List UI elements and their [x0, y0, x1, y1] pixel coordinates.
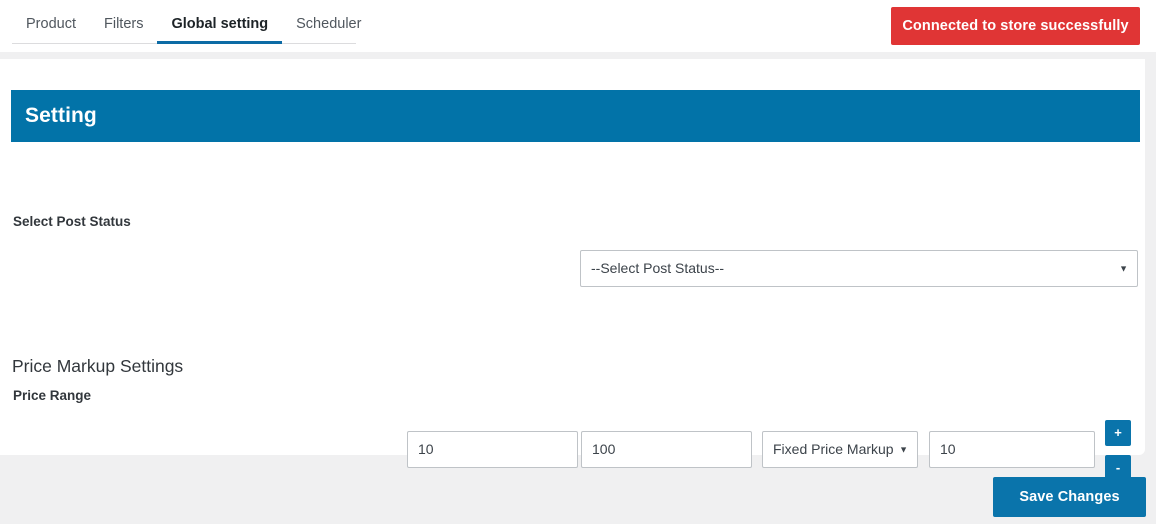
markup-type-select-value: Fixed Price Markup [773, 441, 894, 457]
markup-type-select[interactable]: Fixed Price Markup ▼ [762, 431, 918, 468]
price-max-input[interactable]: 100 [581, 431, 752, 468]
tab-product[interactable]: Product [12, 15, 90, 44]
status-badge-connection: Connected to store successfully [891, 7, 1140, 45]
chevron-down-icon: ▼ [1119, 263, 1128, 273]
post-status-select-value: --Select Post Status-- [591, 260, 725, 276]
tab-filters[interactable]: Filters [90, 15, 157, 44]
page-title: Setting [25, 104, 97, 127]
top-navigation-bar: Product Filters Global setting Scheduler… [0, 0, 1156, 52]
add-price-range-button[interactable]: + [1105, 420, 1131, 446]
save-changes-button[interactable]: Save Changes [993, 477, 1146, 517]
post-status-label: Select Post Status [13, 213, 131, 229]
markup-amount-input[interactable]: 10 [929, 431, 1095, 468]
price-range-row: Price Range [13, 373, 1139, 417]
settings-card: Setting Select Post Status --Select Post… [0, 59, 1145, 481]
card-header: Setting [11, 90, 1140, 142]
tab-list: Product Filters Global setting Scheduler [12, 10, 361, 44]
tab-global-setting[interactable]: Global setting [157, 15, 283, 44]
post-status-select[interactable]: --Select Post Status-- ▼ [580, 250, 1138, 287]
tab-scheduler[interactable]: Scheduler [282, 15, 375, 44]
chevron-down-icon: ▼ [899, 444, 908, 454]
post-status-row: Select Post Status [13, 199, 1139, 243]
price-min-input[interactable]: 10 [407, 431, 578, 468]
price-range-label: Price Range [13, 387, 92, 403]
